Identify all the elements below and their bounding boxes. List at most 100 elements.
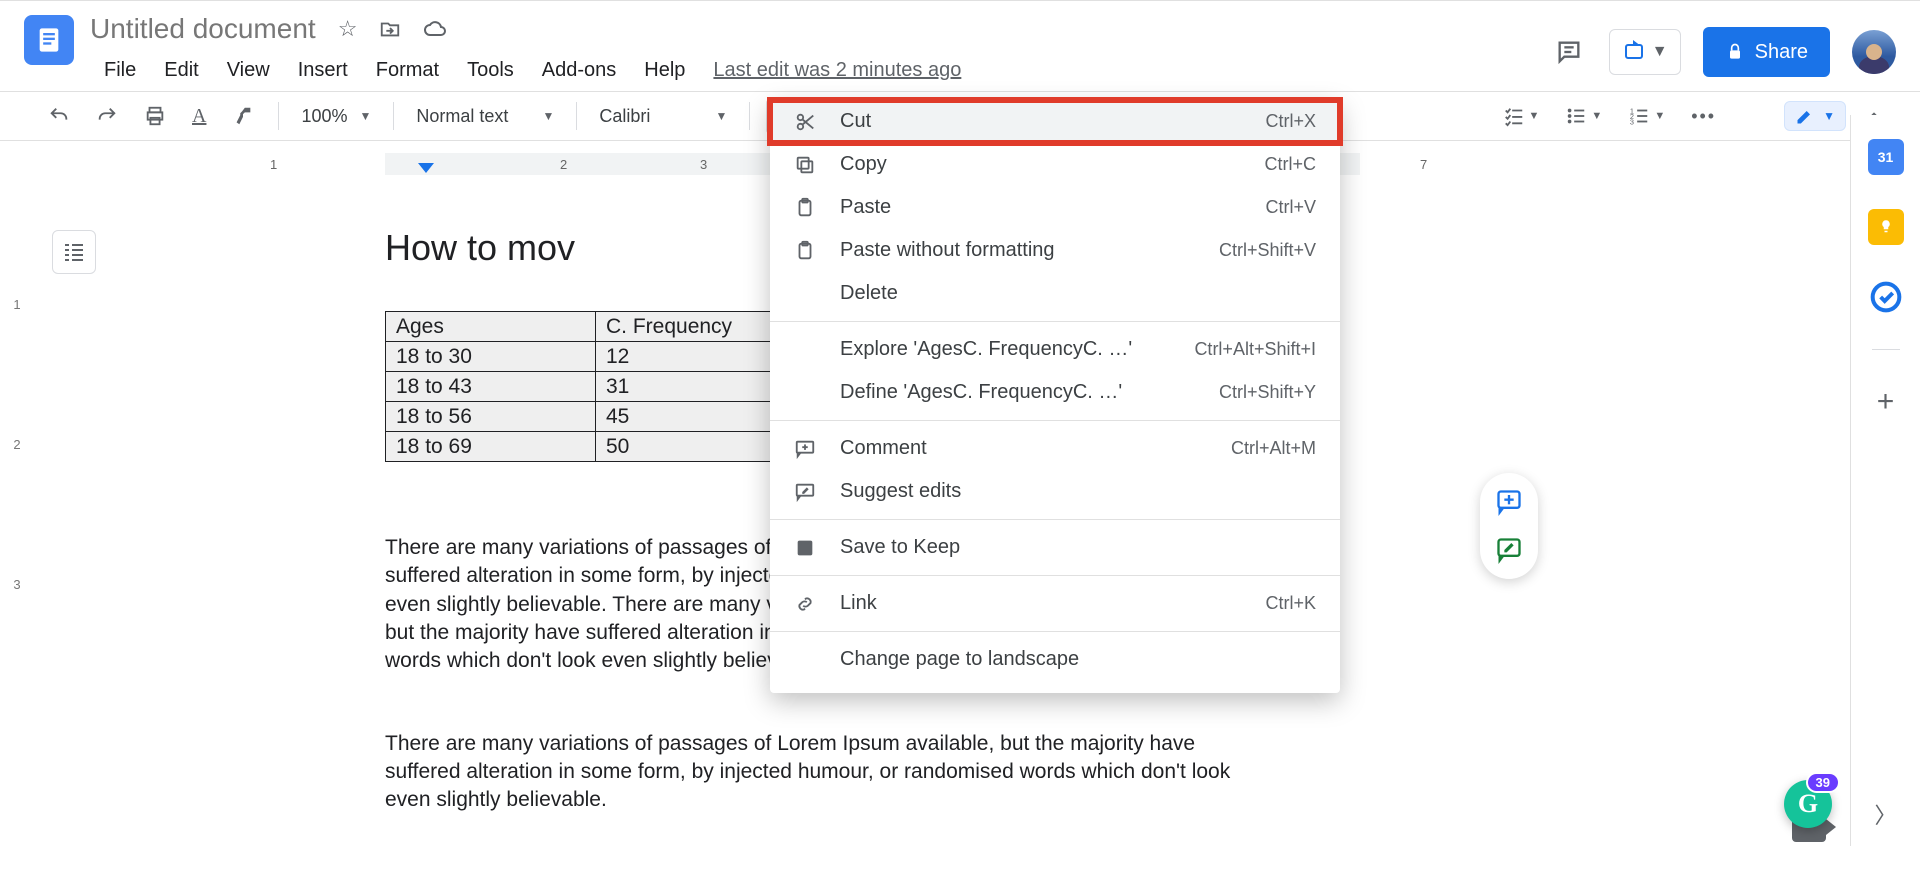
- paint-format-icon[interactable]: [224, 99, 262, 133]
- context-menu-item[interactable]: Paste without formattingCtrl+Shift+V: [770, 229, 1340, 272]
- menu-edit[interactable]: Edit: [150, 53, 212, 88]
- context-menu-shortcut: Ctrl+Alt+M: [1231, 438, 1316, 459]
- vruler-tick: 2: [4, 437, 30, 452]
- grammarly-badge[interactable]: G 39: [1784, 780, 1832, 828]
- context-menu-item[interactable]: LinkCtrl+K: [770, 582, 1340, 625]
- context-menu-label: Paste without formatting: [840, 239, 1219, 262]
- context-menu-label: Cut: [840, 110, 1265, 133]
- vertical-ruler: 1 2 3: [4, 177, 30, 870]
- table-row[interactable]: 18 to 6950: [386, 432, 806, 462]
- font-select[interactable]: Calibri▼: [593, 102, 733, 131]
- hruler-tick: 1: [270, 157, 277, 172]
- comments-history-icon[interactable]: [1551, 34, 1587, 70]
- app-header: Untitled document ☆ File Edit View Inser…: [0, 1, 1920, 91]
- side-panel: 31 + 〉: [1850, 115, 1920, 846]
- context-menu-shortcut: Ctrl+Alt+Shift+I: [1194, 339, 1316, 360]
- document-title[interactable]: Untitled document: [90, 13, 316, 45]
- table-row[interactable]: 18 to 3012: [386, 342, 806, 372]
- print-icon[interactable]: [136, 99, 174, 133]
- account-avatar[interactable]: [1852, 30, 1896, 74]
- cut-icon: [794, 111, 822, 133]
- table-row[interactable]: 18 to 4331: [386, 372, 806, 402]
- vruler-tick: 1: [4, 297, 30, 312]
- context-menu-item[interactable]: CutCtrl+X: [770, 100, 1340, 143]
- context-menu-item[interactable]: PasteCtrl+V: [770, 186, 1340, 229]
- hruler-tick: 3: [700, 157, 707, 172]
- menu-format[interactable]: Format: [362, 53, 453, 88]
- add-comment-icon[interactable]: [1494, 487, 1524, 517]
- move-icon[interactable]: [379, 18, 401, 40]
- keep-icon: [794, 537, 822, 559]
- context-menu-item[interactable]: CopyCtrl+C: [770, 143, 1340, 186]
- context-menu-label: Link: [840, 592, 1265, 615]
- menu-insert[interactable]: Insert: [284, 53, 362, 88]
- hruler-tick: 7: [1420, 157, 1427, 172]
- context-menu-shortcut: Ctrl+K: [1265, 593, 1316, 614]
- table-row[interactable]: AgesC. Frequency: [386, 312, 806, 342]
- add-addon-icon[interactable]: +: [1868, 384, 1904, 420]
- numbered-list-icon[interactable]: 123▼: [1620, 99, 1673, 133]
- table-row[interactable]: 18 to 5645: [386, 402, 806, 432]
- context-menu-label: Save to Keep: [840, 536, 1316, 559]
- keep-icon[interactable]: [1868, 209, 1904, 245]
- context-menu-label: Explore 'AgesC. FrequencyC. …': [840, 338, 1194, 361]
- data-table[interactable]: AgesC. Frequency 18 to 3012 18 to 4331 1…: [385, 311, 806, 462]
- share-button[interactable]: Share: [1703, 27, 1830, 77]
- context-menu-item[interactable]: CommentCtrl+Alt+M: [770, 427, 1340, 470]
- context-menu: CutCtrl+XCopyCtrl+CPasteCtrl+VPaste with…: [770, 100, 1340, 693]
- tasks-icon[interactable]: [1868, 279, 1904, 315]
- context-menu-label: Paste: [840, 196, 1265, 219]
- vruler-tick: 3: [4, 577, 30, 592]
- context-menu-label: Suggest edits: [840, 480, 1316, 503]
- zoom-select[interactable]: 100%▼: [295, 102, 377, 131]
- context-menu-shortcut: Ctrl+Shift+Y: [1219, 382, 1316, 403]
- paragraph-text[interactable]: There are many variations of passages of…: [385, 730, 1245, 815]
- context-menu-shortcut: Ctrl+V: [1265, 197, 1316, 218]
- star-icon[interactable]: ☆: [338, 16, 358, 42]
- floating-tools: [1480, 473, 1538, 579]
- context-menu-label: Change page to landscape: [840, 648, 1316, 671]
- context-menu-shortcut: Ctrl+Shift+V: [1219, 240, 1316, 261]
- editing-mode-button[interactable]: ▼: [1784, 101, 1846, 131]
- context-menu-item[interactable]: Save to Keep: [770, 526, 1340, 569]
- suggest-edits-icon[interactable]: [1494, 535, 1524, 565]
- context-menu-shortcut: Ctrl+X: [1265, 111, 1316, 132]
- context-menu-item[interactable]: Explore 'AgesC. FrequencyC. …'Ctrl+Alt+S…: [770, 328, 1340, 371]
- context-menu-item[interactable]: Define 'AgesC. FrequencyC. …'Ctrl+Shift+…: [770, 371, 1340, 414]
- context-menu-shortcut: Ctrl+C: [1264, 154, 1316, 175]
- context-menu-label: Delete: [840, 282, 1316, 305]
- calendar-icon[interactable]: 31: [1868, 139, 1904, 175]
- context-menu-item[interactable]: Change page to landscape: [770, 638, 1340, 681]
- cloud-status-icon[interactable]: [423, 17, 447, 41]
- last-edit-link[interactable]: Last edit was 2 minutes ago: [713, 59, 961, 82]
- indent-marker-icon[interactable]: [418, 163, 434, 173]
- menu-view[interactable]: View: [213, 53, 284, 88]
- context-menu-label: Define 'AgesC. FrequencyC. …': [840, 381, 1219, 404]
- comment-icon: [794, 438, 822, 460]
- grammarly-count: 39: [1806, 772, 1840, 793]
- bulleted-list-icon[interactable]: ▼: [1557, 99, 1610, 133]
- redo-icon[interactable]: [88, 99, 126, 133]
- undo-icon[interactable]: [40, 99, 78, 133]
- context-menu-item[interactable]: Delete: [770, 272, 1340, 315]
- spellcheck-icon[interactable]: A: [184, 99, 214, 134]
- context-menu-label: Comment: [840, 437, 1231, 460]
- checklist-icon[interactable]: ▼: [1495, 99, 1548, 133]
- menu-tools[interactable]: Tools: [453, 53, 528, 88]
- paragraph-style-select[interactable]: Normal text▼: [410, 102, 560, 131]
- present-button[interactable]: ▼: [1609, 29, 1681, 75]
- docs-logo-icon[interactable]: [24, 15, 74, 65]
- hruler-tick: 2: [560, 157, 567, 172]
- menu-addons[interactable]: Add-ons: [528, 53, 631, 88]
- suggest-icon: [794, 481, 822, 503]
- menu-file[interactable]: File: [90, 53, 150, 88]
- svg-text:3: 3: [1630, 117, 1634, 126]
- menu-help[interactable]: Help: [630, 53, 699, 88]
- more-icon[interactable]: •••: [1683, 100, 1724, 133]
- context-menu-label: Copy: [840, 153, 1264, 176]
- share-label: Share: [1755, 41, 1808, 64]
- paste-icon: [794, 197, 822, 219]
- context-menu-item[interactable]: Suggest edits: [770, 470, 1340, 513]
- hide-side-panel-icon[interactable]: 〉: [1874, 798, 1896, 830]
- document-outline-icon[interactable]: [52, 230, 96, 274]
